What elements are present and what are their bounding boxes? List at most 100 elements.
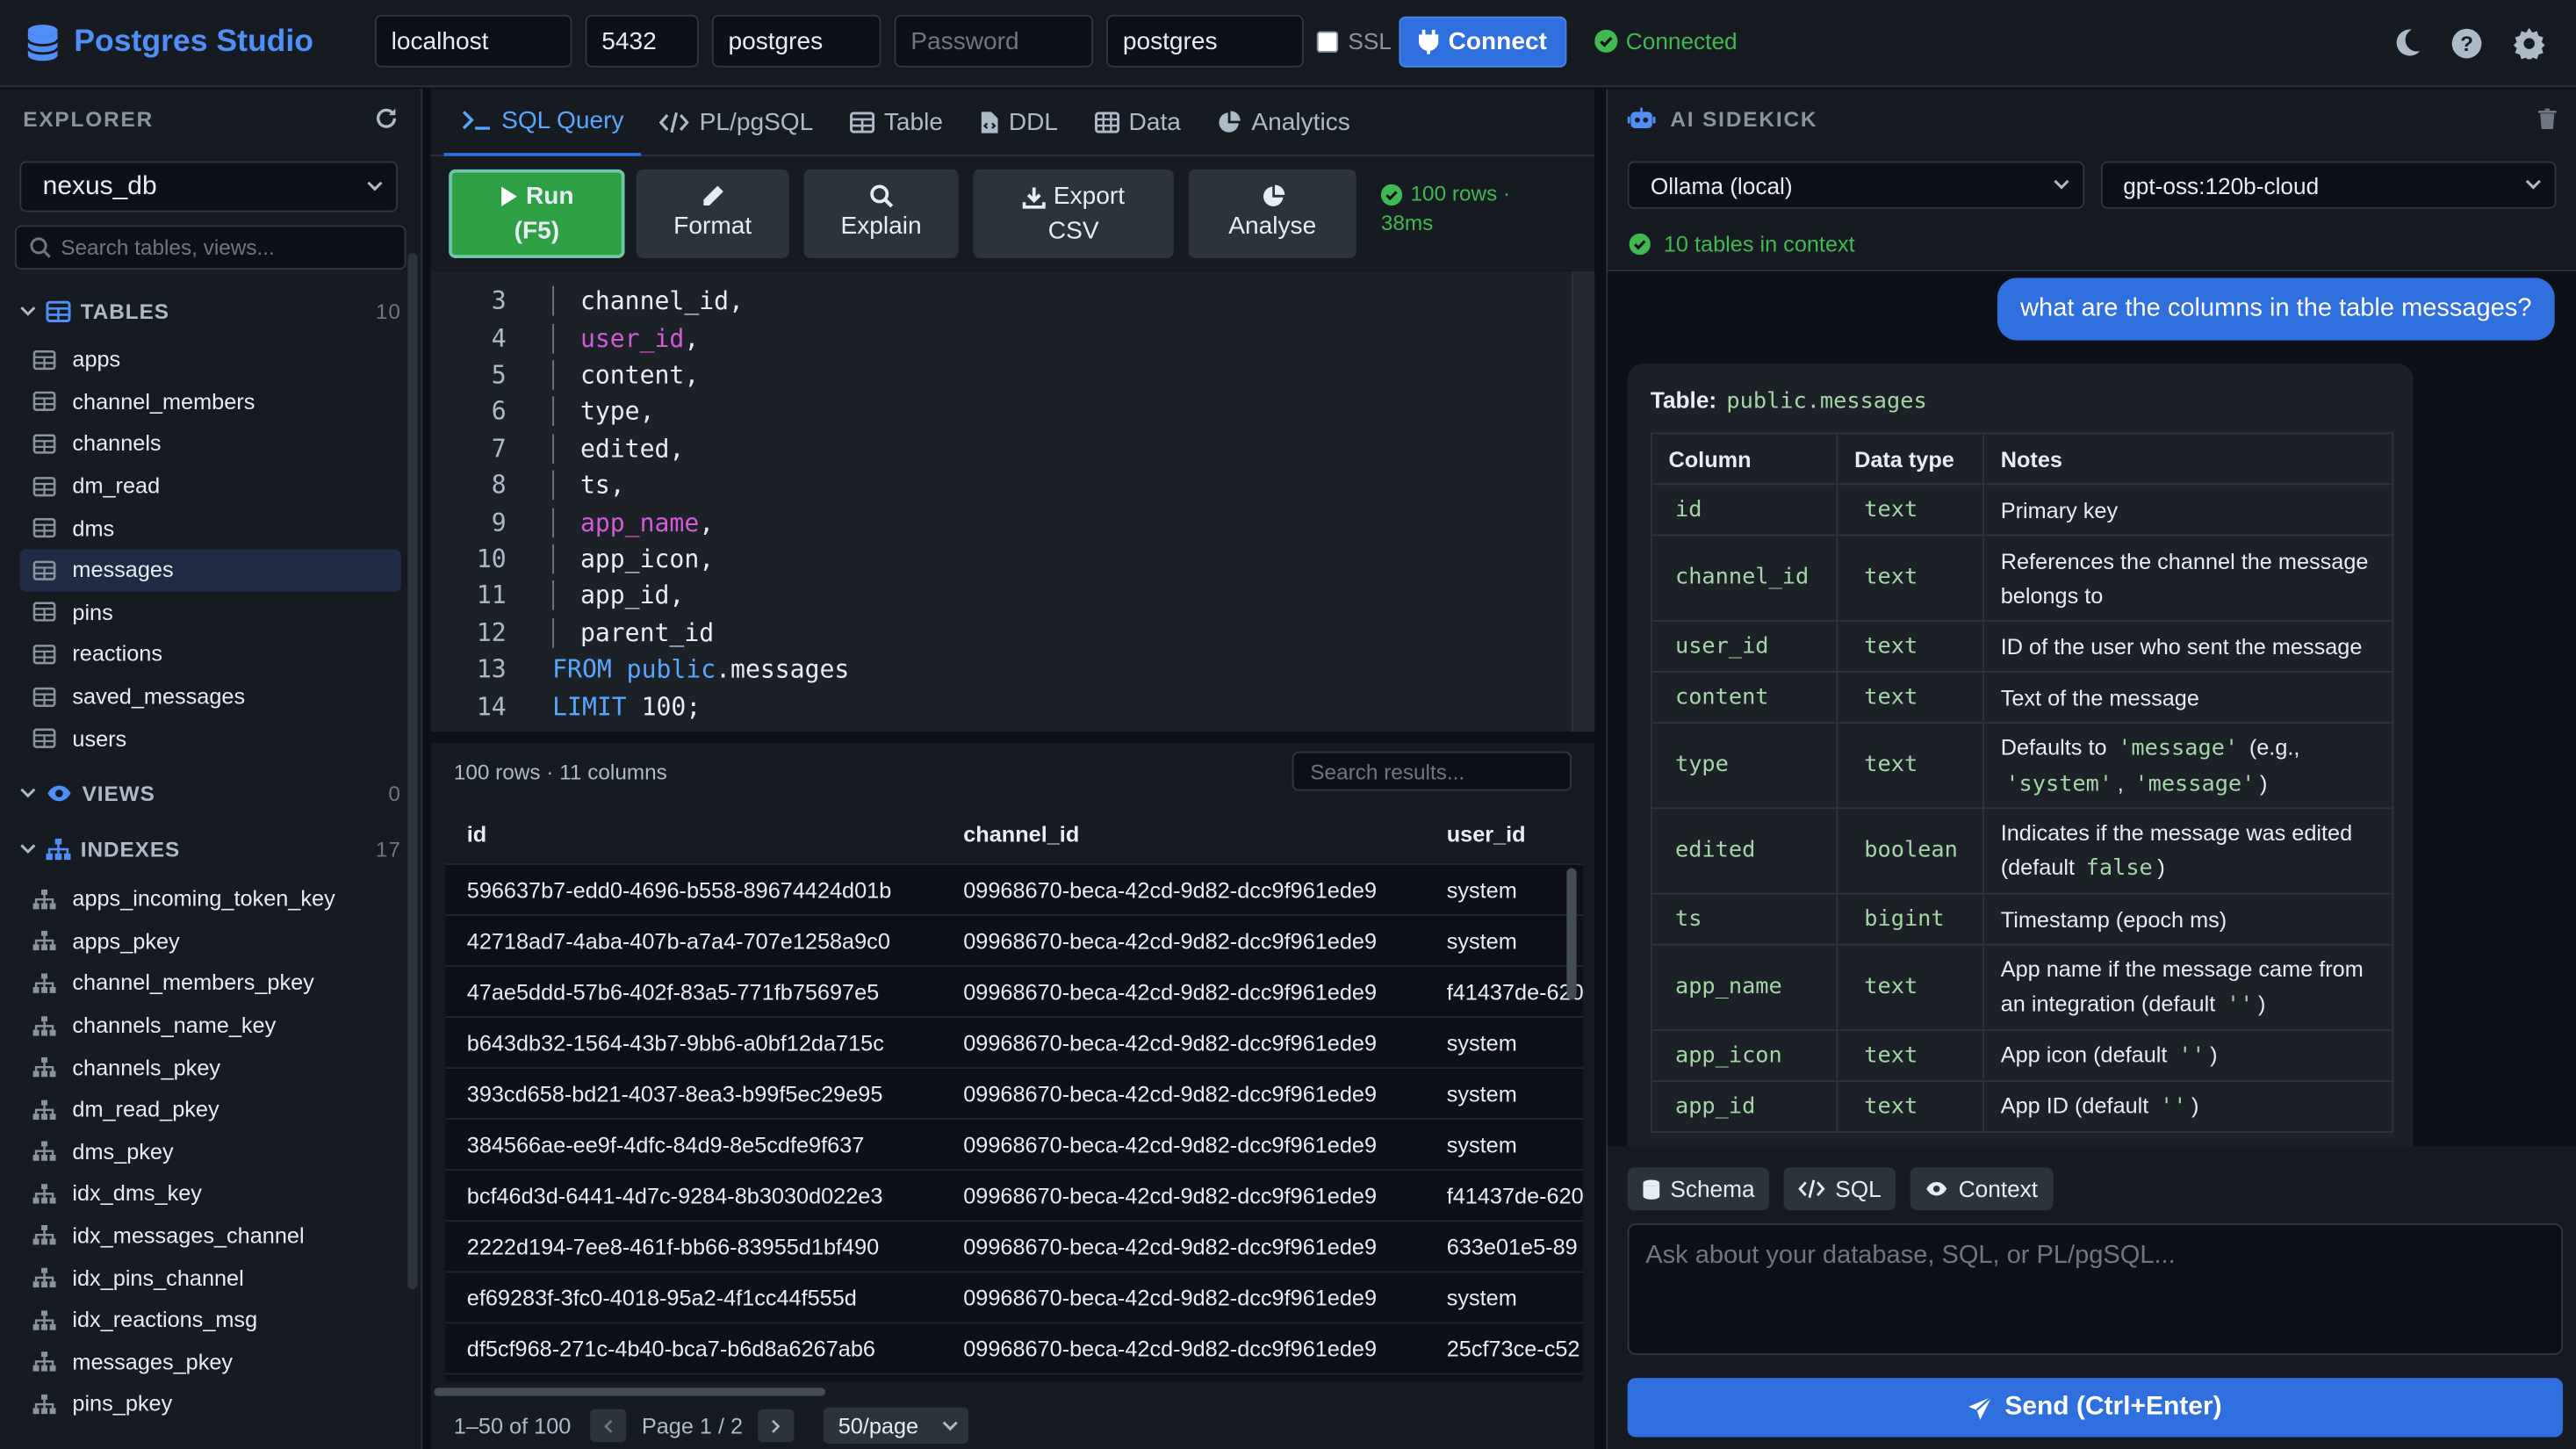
indexes-section[interactable]: INDEXES 17 [0, 822, 421, 878]
help-icon[interactable]: ? [2448, 25, 2484, 61]
pen-icon [703, 185, 723, 206]
index-item-pins-pkey[interactable]: pins_pkey [19, 1383, 400, 1425]
table-row[interactable]: 42718ad7-4aba-407b-a7a4-707e1258a9c0 0996… [445, 916, 1584, 967]
tab-analytics[interactable]: Analytics [1198, 88, 1368, 155]
index-item-apps-incoming-token-key[interactable]: apps_incoming_token_key [19, 878, 400, 920]
table-item-apps[interactable]: apps [19, 339, 400, 381]
sitemap-icon [32, 1142, 56, 1162]
table-row[interactable]: 384566ae-ee9f-4dfc-84d9-8e5cdfe9f637 0996… [445, 1120, 1584, 1171]
column-header[interactable]: id [445, 822, 940, 847]
tables-list: apps channel_members channels dm_read dms mes… [0, 339, 421, 760]
format-button[interactable]: Format [636, 169, 789, 258]
moon-icon[interactable] [2389, 25, 2425, 61]
analyse-button[interactable]: Analyse [1188, 169, 1356, 258]
tab-ddl[interactable]: DDL [961, 88, 1076, 155]
export-csv-button[interactable]: Export CSV [973, 169, 1174, 258]
table-item-dm-read[interactable]: dm_read [19, 465, 400, 507]
ssl-toggle[interactable]: SSL [1316, 28, 1392, 54]
tab-label: Data [1128, 107, 1181, 136]
column-name: app_icon [1650, 1029, 1838, 1083]
table-item-channel-members[interactable]: channel_members [19, 381, 400, 423]
run-button[interactable]: Run (F5) [449, 169, 625, 258]
table-item-channels[interactable]: channels [19, 423, 400, 465]
sidebar-scrollbar[interactable] [407, 253, 418, 1289]
views-section[interactable]: VIEWS 0 [0, 766, 421, 822]
column-type: text [1836, 1029, 1984, 1083]
user-input[interactable] [711, 14, 881, 68]
line-number: 10 [476, 544, 507, 574]
next-page-button[interactable] [757, 1409, 795, 1443]
editor-scrollbar[interactable] [1572, 270, 1595, 732]
column-header[interactable]: user_id [1425, 822, 1583, 847]
index-item-apps-pkey[interactable]: apps_pkey [19, 920, 400, 962]
table-cell: 393cd658-bd21-4037-8ea3-b99f5ec29e95 [466, 1081, 883, 1107]
index-item-idx-reactions-msg[interactable]: idx_reactions_msg [19, 1299, 400, 1341]
table-item-dms[interactable]: dms [19, 507, 400, 549]
index-item-channel-members-pkey[interactable]: channel_members_pkey [19, 962, 400, 1005]
sql-editor[interactable]: 3 channel_id, 4 user_id, 5 content, 6 type, 7 edi… [430, 270, 1595, 732]
table-row[interactable]: ef69283f-3fc0-4018-95a2-4f1cc44f555d 0996… [445, 1272, 1584, 1324]
table-row[interactable]: 47ae5ddd-57b6-402f-83a5-771fb75697e5 0996… [445, 967, 1584, 1019]
column-header[interactable]: channel_id [940, 822, 1425, 847]
grid-icon [1094, 111, 1119, 133]
trash-icon[interactable] [2537, 107, 2557, 129]
refresh-icon[interactable] [375, 107, 398, 130]
code-text: app_id, [552, 580, 684, 611]
sql-chip[interactable]: SQL [1784, 1167, 1896, 1211]
tab-data[interactable]: Data [1076, 88, 1199, 155]
tab-plpgsql[interactable]: PL/pgSQL [642, 88, 831, 155]
query-toolbar: Run (F5) Format Explain Export CSV Analy… [430, 155, 1595, 271]
database-select[interactable]: nexus_db [19, 161, 399, 213]
prev-page-button[interactable] [590, 1409, 627, 1443]
ai-prompt-input[interactable] [1627, 1223, 2564, 1355]
host-input[interactable] [374, 14, 572, 68]
table-row[interactable]: 2222d194-7ee8-461f-bb66-83955d1bf490 0996… [445, 1222, 1584, 1273]
chevron-down-icon [2053, 179, 2069, 190]
tab-sql-query[interactable]: SQL Query [443, 88, 643, 155]
chevron-down-icon [942, 1420, 958, 1431]
schema-chip[interactable]: Schema [1627, 1167, 1770, 1211]
gear-icon[interactable] [2510, 25, 2546, 61]
table-row[interactable]: 596637b7-edd0-4696-b558-89674424d01b 0996… [445, 865, 1584, 916]
table-item-messages[interactable]: messages [19, 549, 401, 592]
column-name: user_id [1650, 619, 1838, 673]
table-row[interactable]: df5cf968-271c-4b40-bca7-b6d8a6267ab6 0996… [445, 1323, 1584, 1375]
port-input[interactable] [585, 14, 699, 68]
send-button[interactable]: Send (Ctrl+Enter) [1627, 1378, 2564, 1438]
explain-button[interactable]: Explain [803, 169, 959, 258]
results-search-input[interactable]: Search results... [1292, 751, 1572, 791]
database-input[interactable] [1106, 14, 1304, 68]
grid-scrollbar[interactable] [1566, 868, 1577, 1000]
column-row: app_icon text App icon (default '') [1650, 1029, 2394, 1083]
tab-table[interactable]: Table [831, 88, 961, 155]
index-item-idx-pins-channel[interactable]: idx_pins_channel [19, 1257, 400, 1299]
table-item-saved-messages[interactable]: saved_messages [19, 675, 400, 717]
password-input[interactable] [894, 14, 1094, 68]
query-result-info: 100 rows · 38ms [1380, 179, 1510, 238]
table-item-reactions[interactable]: reactions [19, 633, 400, 675]
tables-section[interactable]: TABLES 10 [0, 283, 421, 339]
index-item-dms-pkey[interactable]: dms_pkey [19, 1130, 400, 1172]
index-item-channels-pkey[interactable]: channels_pkey [19, 1046, 400, 1088]
connect-button[interactable]: Connect [1399, 16, 1567, 68]
table-row[interactable]: b643db32-1564-43b7-9bb6-a0bf12da715c 0996… [445, 1018, 1584, 1070]
context-chip[interactable]: Context [1910, 1167, 2053, 1211]
index-item-idx-messages-channel[interactable]: idx_messages_channel [19, 1215, 400, 1257]
index-item-messages-pkey[interactable]: messages_pkey [19, 1341, 400, 1383]
index-item-channels-name-key[interactable]: channels_name_key [19, 1005, 400, 1047]
table-item-users[interactable]: users [19, 717, 400, 760]
table-row[interactable]: bcf46d3d-6441-4d7c-9284-8b3030d022e3 0996… [445, 1171, 1584, 1222]
index-item-dm-read-pkey[interactable]: dm_read_pkey [19, 1088, 400, 1130]
table-row[interactable]: 393cd658-bd21-4037-8ea3-b99f5ec29e95 0996… [445, 1069, 1584, 1121]
index-item-idx-dms-key[interactable]: idx_dms_key [19, 1172, 400, 1215]
grid-horizontal-scrollbar[interactable] [434, 1388, 825, 1396]
sitemap-icon [32, 1394, 56, 1415]
indexes-list: apps_incoming_token_key apps_pkey channel_… [0, 878, 421, 1425]
explorer-search[interactable]: Search tables, views... [14, 225, 407, 270]
table-item-pins[interactable]: pins [19, 591, 400, 633]
ssl-checkbox[interactable] [1316, 30, 1339, 52]
model-select[interactable]: gpt-oss:120b-cloud [2099, 161, 2557, 209]
provider-select[interactable]: Ollama (local) [1627, 161, 2084, 209]
per-page-select[interactable]: 50/page [823, 1407, 968, 1444]
table-cell: df5cf968-271c-4b40-bca7-b6d8a6267ab6 [466, 1336, 875, 1361]
